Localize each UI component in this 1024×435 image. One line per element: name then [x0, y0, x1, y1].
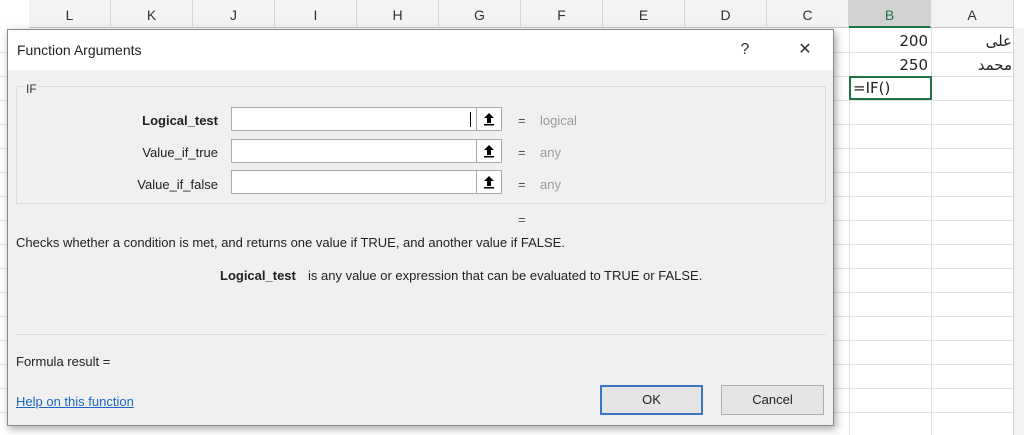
function-arguments-dialog: Function Arguments ? ✕ IF Logical_test =… [7, 29, 834, 426]
collapse-dialog-button[interactable] [476, 108, 501, 130]
active-cell-b3[interactable]: =IF() [849, 76, 932, 100]
equals-sign: = [518, 177, 526, 192]
column-header-e[interactable]: E [603, 0, 685, 28]
help-on-function-link[interactable]: Help on this function [16, 394, 134, 409]
column-header-j[interactable]: J [193, 0, 275, 28]
collapse-arrow-icon [484, 113, 494, 126]
function-name-label: IF [24, 82, 39, 96]
ok-button[interactable]: OK [600, 385, 703, 415]
cell-b2[interactable]: 250 [852, 54, 928, 76]
column-header-c[interactable]: C [767, 0, 849, 28]
value-if-true-input[interactable] [231, 139, 502, 163]
column-header-i[interactable]: I [275, 0, 357, 28]
arg-help-name: Logical_test [220, 268, 296, 283]
dialog-title: Function Arguments [17, 42, 142, 58]
value-if-false-input[interactable] [231, 170, 502, 194]
equals-sign: = [518, 145, 526, 160]
dialog-titlebar[interactable]: Function Arguments ? ✕ [8, 30, 833, 70]
arg-label-value-if-false: Value_if_false [137, 177, 218, 192]
function-result-equals: = [518, 212, 526, 227]
arg-result-value-if-false: any [540, 177, 561, 192]
text-caret [470, 112, 471, 127]
column-header-g[interactable]: G [439, 0, 521, 28]
formula-result-label: Formula result = [16, 354, 111, 369]
cell-a1[interactable]: علی [940, 30, 1012, 52]
column-header-b[interactable]: B [849, 0, 931, 28]
logical-test-input[interactable] [231, 107, 502, 131]
column-header-a[interactable]: A [931, 0, 1014, 28]
arg-label-logical-test: Logical_test [142, 113, 218, 128]
column-header-l[interactable]: L [29, 0, 111, 28]
arg-result-value-if-true: any [540, 145, 561, 160]
equals-sign: = [518, 113, 526, 128]
help-icon[interactable]: ? [725, 36, 765, 64]
close-icon[interactable]: ✕ [785, 36, 825, 64]
function-description: Checks whether a condition is met, and r… [16, 235, 565, 250]
column-header-h[interactable]: H [357, 0, 439, 28]
arg-label-value-if-true: Value_if_true [142, 145, 218, 160]
cell-b1[interactable]: 200 [852, 30, 928, 52]
collapse-arrow-icon [484, 145, 494, 158]
vertical-scrollbar[interactable] [1013, 28, 1024, 435]
divider [16, 334, 826, 335]
collapse-arrow-icon [484, 176, 494, 189]
collapse-dialog-button[interactable] [476, 140, 501, 162]
arg-result-logical-test: logical [540, 113, 577, 128]
cell-a2[interactable]: محمد [940, 54, 1012, 76]
column-header-d[interactable]: D [685, 0, 767, 28]
arg-help-text: is any value or expression that can be e… [308, 268, 703, 283]
cancel-button[interactable]: Cancel [721, 385, 824, 415]
collapse-dialog-button[interactable] [476, 171, 501, 193]
column-header-f[interactable]: F [521, 0, 603, 28]
column-header-k[interactable]: K [111, 0, 193, 28]
